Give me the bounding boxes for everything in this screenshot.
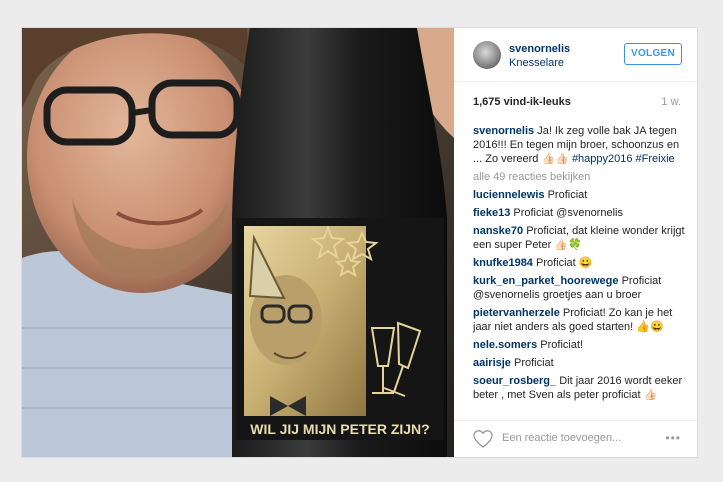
comment-item: nele.somers Proficiat! — [473, 338, 685, 352]
comment-text: Proficiat — [513, 357, 554, 369]
comment-username[interactable]: luciennelewis — [473, 189, 545, 201]
header-username[interactable]: svenornelis — [509, 43, 570, 55]
comment-item: aairisje Proficiat — [473, 356, 685, 370]
view-all-comments-link[interactable]: alle 49 reacties bekijken — [473, 170, 685, 184]
comment-username[interactable]: nanske70 — [473, 225, 523, 237]
selfie-with-bottle-image: WIL JIJ MIJN PETER ZIJN? — [22, 28, 454, 457]
comment-item: pietervanherzele Proficiat! Zo kan je he… — [473, 306, 685, 334]
heart-icon[interactable] — [473, 430, 493, 448]
caption-hashtags[interactable]: #happy2016 #Freixie — [572, 153, 675, 165]
comment-username[interactable]: soeur_rosberg_ — [473, 375, 556, 387]
comment-username[interactable]: fieke13 — [473, 207, 510, 219]
comment-username[interactable]: nele.somers — [473, 339, 537, 351]
caption: svenornelis Ja! Ik zeg volle bak JA tege… — [473, 124, 685, 166]
comment-text: Proficiat — [547, 189, 588, 201]
add-comment-input[interactable]: Een reactie toevoegen... — [502, 432, 621, 444]
comment-item: fieke13 Proficiat @svenornelis — [473, 206, 685, 220]
comment-username[interactable]: kurk_en_parket_hoorewege — [473, 275, 619, 287]
comment-item: kurk_en_parket_hoorewege Proficiat @sven… — [473, 274, 685, 302]
avatar[interactable] — [473, 41, 501, 69]
comment-item: soeur_rosberg_ Dit jaar 2016 wordt eeker… — [473, 374, 685, 402]
bottle-label-text: WIL JIJ MIJN PETER ZIJN? — [250, 421, 429, 437]
comments-list: svenornelis Ja! Ik zeg volle bak JA tege… — [473, 124, 685, 414]
comment-item: luciennelewis Proficiat — [473, 188, 685, 202]
post-age[interactable]: 1 w. — [661, 96, 681, 108]
more-options-icon[interactable]: ••• — [665, 431, 681, 445]
comment-item: nanske70 Proficiat, dat kleine wonder kr… — [473, 224, 685, 252]
post-footer: Een reactie toevoegen... ••• — [454, 420, 697, 457]
post-sidebar: svenornelis Knesselare VOLGEN 1,675 vind… — [454, 28, 697, 457]
comment-username[interactable]: knufke1984 — [473, 257, 533, 269]
comment-username[interactable]: pietervanherzele — [473, 307, 560, 319]
comment-username[interactable]: aairisje — [473, 357, 511, 369]
comment-text: Proficiat! — [540, 339, 584, 351]
post-photo[interactable]: WIL JIJ MIJN PETER ZIJN? — [22, 28, 454, 457]
header-location[interactable]: Knesselare — [509, 57, 564, 69]
likes-count[interactable]: 1,675 vind-ik-leuks — [473, 96, 571, 108]
comment-text: Proficiat 😀 — [536, 257, 593, 269]
post-card: WIL JIJ MIJN PETER ZIJN? svenornelis Kne… — [21, 27, 698, 458]
post-header: svenornelis Knesselare VOLGEN — [454, 28, 697, 82]
follow-button[interactable]: VOLGEN — [624, 43, 682, 65]
caption-username[interactable]: svenornelis — [473, 125, 534, 137]
comment-text: Proficiat @svenornelis — [513, 207, 623, 219]
comment-item: knufke1984 Proficiat 😀 — [473, 256, 685, 270]
